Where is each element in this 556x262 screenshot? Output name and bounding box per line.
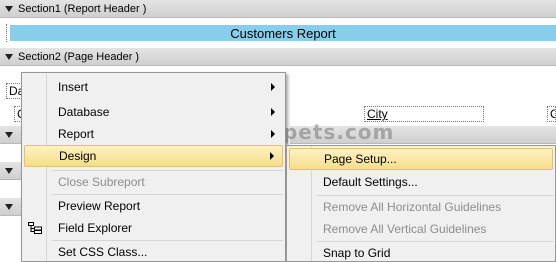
menu-item-design[interactable]: Design <box>24 145 283 167</box>
menu-item-label: Close Subreport <box>58 175 145 189</box>
menu-item-label: Set CSS Class... <box>58 245 148 259</box>
field-marker <box>6 24 8 42</box>
section2-bar[interactable]: Section2 (Page Header ) <box>0 48 556 66</box>
collapse-triangle-icon[interactable] <box>5 203 13 210</box>
menu-item-remove-horizontal-guidelines[interactable]: Remove All Horizontal Guidelines <box>289 196 553 218</box>
field-explorer-icon <box>28 222 42 234</box>
submenu-arrow-icon <box>271 108 275 116</box>
section1-label: Section1 (Report Header ) <box>18 2 147 15</box>
menu-item-label: Design <box>59 149 97 163</box>
submenu-arrow-icon <box>270 152 274 160</box>
menu-item-label: Database <box>58 105 110 119</box>
section1-band: Customers Report <box>0 18 556 48</box>
menu-item-insert[interactable]: Insert <box>24 76 283 98</box>
menu-item-close-subreport[interactable]: Close Subreport <box>24 171 283 193</box>
page-header-field[interactable]: C <box>547 106 556 122</box>
menu-item-field-explorer[interactable]: Field Explorer <box>24 217 283 239</box>
menu-item-label: Snap to Grid <box>323 246 391 260</box>
collapse-triangle-icon[interactable] <box>5 131 13 138</box>
menu-item-report[interactable]: Report <box>24 123 283 145</box>
menu-item-label: Remove All Vertical Guidelines <box>323 222 487 236</box>
menu-item-label: Preview Report <box>58 199 141 213</box>
menu-item-label: Remove All Horizontal Guidelines <box>323 200 502 214</box>
design-submenu: Page Setup... Default Settings... Remove… <box>286 145 556 262</box>
menu-item-page-setup[interactable]: Page Setup... <box>289 148 553 170</box>
section2-label: Section2 (Page Header ) <box>18 50 140 63</box>
menu-item-label: Report <box>58 127 95 141</box>
collapse-triangle-icon[interactable] <box>5 5 13 12</box>
section1-bar[interactable]: Section1 (Report Header ) <box>0 0 556 18</box>
collapse-triangle-icon[interactable] <box>5 167 13 174</box>
context-menu: Insert Database Report Design Close Subr… <box>21 72 286 262</box>
submenu-arrow-icon <box>271 83 275 91</box>
menu-item-set-css-class[interactable]: Set CSS Class... <box>24 241 283 262</box>
menu-item-preview-report[interactable]: Preview Report <box>24 195 283 217</box>
report-title-field[interactable]: Customers Report <box>10 25 556 41</box>
collapse-triangle-icon[interactable] <box>5 53 13 60</box>
menu-item-label: Default Settings... <box>323 175 418 189</box>
menu-item-label: Page Setup... <box>324 152 397 166</box>
menu-item-label: Insert <box>58 80 89 94</box>
menu-item-snap-to-grid[interactable]: Snap to Grid <box>289 242 553 262</box>
menu-item-remove-vertical-guidelines[interactable]: Remove All Vertical Guidelines <box>289 218 553 240</box>
menu-item-label: Field Explorer <box>58 221 133 235</box>
menu-item-default-settings[interactable]: Default Settings... <box>289 171 553 193</box>
menu-item-database[interactable]: Database <box>24 101 283 123</box>
submenu-arrow-icon <box>271 130 275 138</box>
